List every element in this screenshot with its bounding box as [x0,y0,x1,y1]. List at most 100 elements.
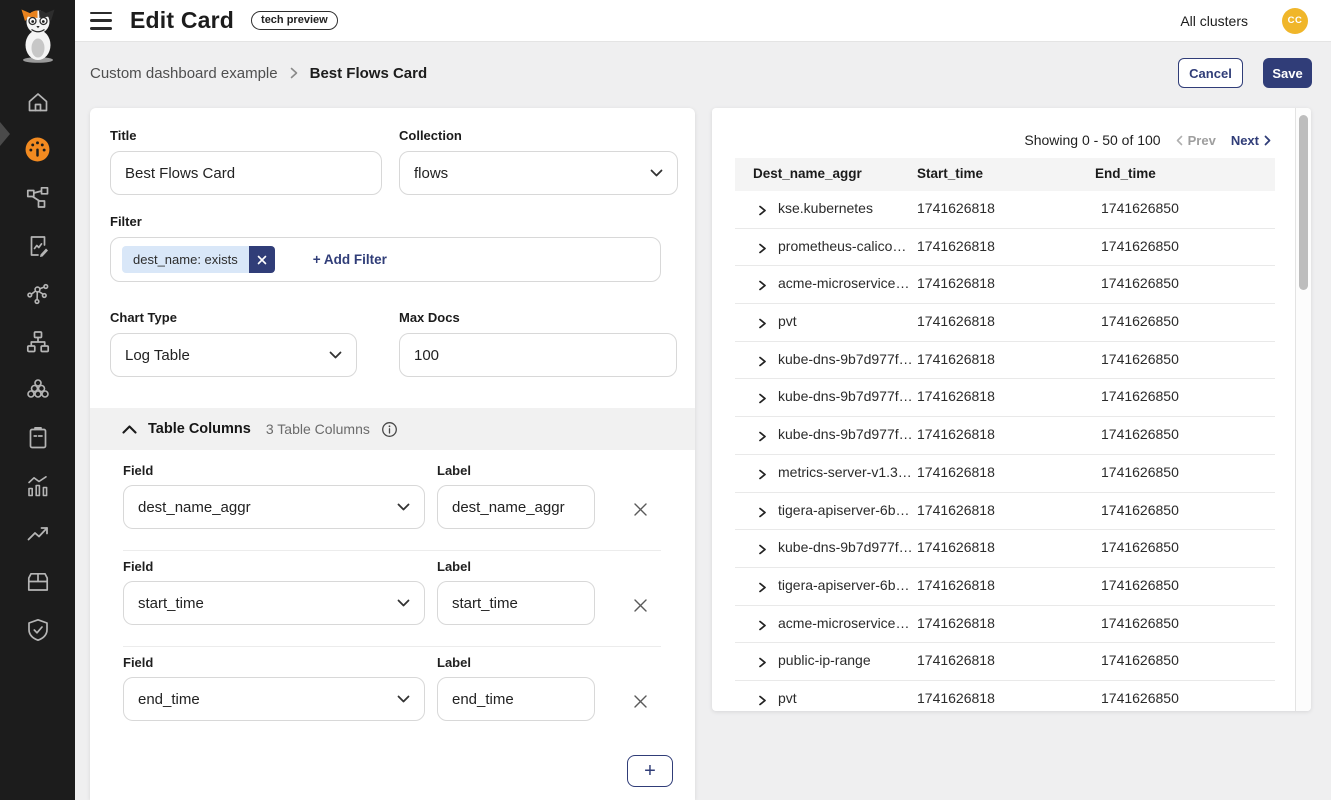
expand-row-icon[interactable] [758,469,767,480]
column-label-input[interactable] [437,677,595,721]
field-select[interactable]: start_time [123,581,425,625]
table-row[interactable]: pvt 1741626818 1741626850 [735,304,1275,342]
chevron-right-icon [290,67,298,79]
add-column-button[interactable]: + [627,755,673,787]
table-columns-section-header[interactable]: Table Columns 3 Table Columns [90,408,695,450]
expand-row-icon[interactable] [758,243,767,254]
info-icon[interactable] [381,421,398,438]
cell-dest-name-aggr: acme-microservice… [778,275,909,291]
table-row[interactable]: tigera-apiserver-6b… 1741626818 17416268… [735,493,1275,531]
expand-row-icon[interactable] [758,280,767,291]
expand-row-icon[interactable] [758,507,767,518]
label-label: Label [437,655,471,670]
sidebar-item-security[interactable] [23,616,53,643]
remove-column-button[interactable] [626,591,654,619]
add-filter-button[interactable]: + Add Filter [313,252,387,267]
title-input[interactable] [110,151,382,195]
sidebar-item-compliance[interactable] [23,424,53,451]
breadcrumb-parent[interactable]: Custom dashboard example [90,65,278,82]
label-label: Label [437,463,471,478]
next-page-button[interactable]: Next [1231,133,1271,148]
field-select[interactable]: end_time [123,677,425,721]
cell-end-time: 1741626850 [1101,502,1179,518]
field-select-value: start_time [138,595,204,612]
cell-end-time: 1741626850 [1101,200,1179,216]
expand-row-icon[interactable] [758,318,767,329]
chevron-down-icon [329,351,342,359]
expand-row-icon[interactable] [758,393,767,404]
filter-box[interactable]: dest_name: exists + Add Filter [110,237,661,282]
cancel-button[interactable]: Cancel [1178,58,1243,88]
cell-start-time: 1741626818 [917,351,995,367]
app-logo[interactable] [0,0,75,78]
avatar[interactable]: CC [1282,8,1308,34]
showing-range-text: Showing 0 - 50 of 100 [1024,132,1160,148]
sidebar-item-network-graph[interactable] [23,280,53,307]
table-row[interactable]: kube-dns-9b7d977f… 1741626818 1741626850 [735,379,1275,417]
cell-end-time: 1741626850 [1101,615,1179,631]
sidebar-item-packages[interactable] [23,568,53,595]
action-bar: Custom dashboard example Best Flows Card… [75,43,1331,103]
sidebar-item-home[interactable] [23,88,53,115]
chart-type-select[interactable]: Log Table [110,333,357,377]
sidebar-item-dashboards-active[interactable] [23,136,53,163]
table-row[interactable]: metrics-server-v1.3… 1741626818 17416268… [735,455,1275,493]
expand-row-icon[interactable] [758,657,767,668]
chart-type-label: Chart Type [110,310,177,325]
sidebar-item-topology[interactable] [23,328,53,355]
table-row[interactable]: public-ip-range 1741626818 1741626850 [735,643,1275,681]
menu-toggle-button[interactable] [90,12,114,30]
sidebar [0,0,75,800]
preview-table: Dest_name_aggr Start_time End_time kse.k… [735,158,1275,711]
sidebar-item-trends[interactable] [23,520,53,547]
cluster-selector[interactable]: All clusters [1180,13,1248,29]
package-box-icon [25,569,51,595]
prev-page-button[interactable]: Prev [1176,133,1216,148]
sidebar-item-service-graph[interactable] [23,184,53,211]
table-row[interactable]: tigera-apiserver-6b… 1741626818 17416268… [735,568,1275,606]
expand-row-icon[interactable] [758,544,767,555]
field-select[interactable]: dest_name_aggr [123,485,425,529]
sidebar-item-clusters[interactable] [23,376,53,403]
close-icon [633,598,648,613]
remove-column-button[interactable] [626,495,654,523]
table-row[interactable]: kube-dns-9b7d977f… 1741626818 1741626850 [735,342,1275,380]
table-row[interactable]: acme-microservice… 1741626818 1741626850 [735,606,1275,644]
table-row[interactable]: kube-dns-9b7d977f… 1741626818 1741626850 [735,417,1275,455]
cell-dest-name-aggr: acme-microservice… [778,615,909,631]
table-row[interactable]: kube-dns-9b7d977f… 1741626818 1741626850 [735,530,1275,568]
honeycomb-cluster-icon [25,377,51,403]
expand-row-icon[interactable] [758,582,767,593]
table-row[interactable]: acme-microservice… 1741626818 1741626850 [735,266,1275,304]
cell-start-time: 1741626818 [917,200,995,216]
chevron-up-icon [122,425,137,434]
expand-row-icon[interactable] [758,695,767,706]
scrollbar-track[interactable] [1295,108,1311,711]
expand-row-icon[interactable] [758,431,767,442]
column-header-end-time: End_time [1095,166,1156,181]
sidebar-item-analytics[interactable] [23,472,53,499]
sidebar-item-report-editor[interactable] [23,232,53,259]
field-select-value: dest_name_aggr [138,499,251,516]
table-column-editor-row: Field Label end_time [90,646,695,742]
collection-select[interactable]: flows [399,151,678,195]
table-row[interactable]: prometheus-calico… 1741626818 1741626850 [735,229,1275,267]
cell-start-time: 1741626818 [917,615,995,631]
scrollbar-thumb[interactable] [1299,115,1308,290]
prev-label: Prev [1188,133,1216,148]
table-row[interactable]: kse.kubernetes 1741626818 1741626850 [735,191,1275,229]
column-label-input[interactable] [437,485,595,529]
expand-row-icon[interactable] [758,205,767,216]
label-label: Label [437,559,471,574]
column-label-input[interactable] [437,581,595,625]
expand-row-icon[interactable] [758,620,767,631]
remove-column-button[interactable] [626,687,654,715]
table-row[interactable]: pvt 1741626818 1741626850 [735,681,1275,711]
filter-chip-remove-button[interactable] [249,246,275,273]
field-label: Field [123,463,153,478]
card-editor-panel: Title Collection flows Filter dest_name:… [90,108,695,800]
save-button[interactable]: Save [1263,58,1312,88]
expand-row-icon[interactable] [758,356,767,367]
max-docs-input[interactable] [399,333,677,377]
card-preview-panel: Showing 0 - 50 of 100 Prev Next Dest_nam… [712,108,1311,711]
